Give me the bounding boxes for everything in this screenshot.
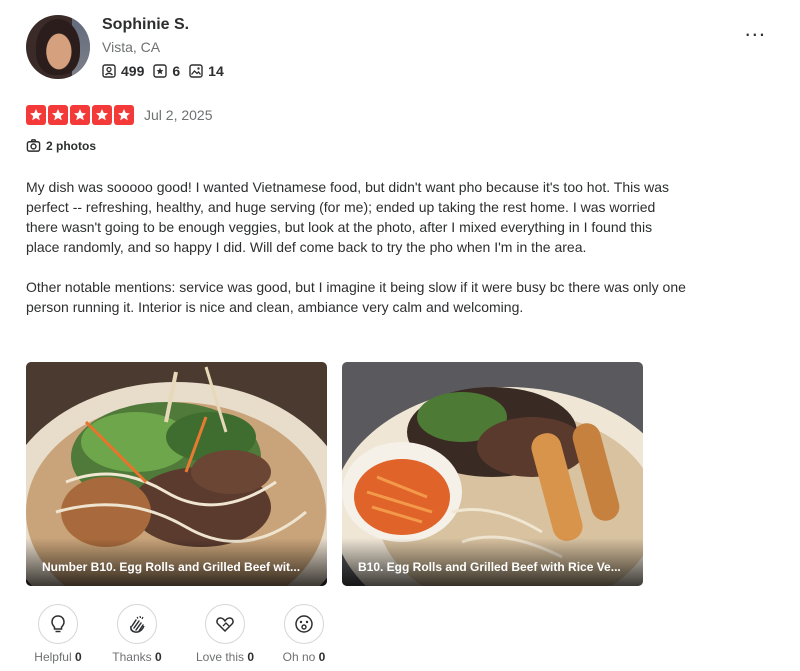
star-icon — [114, 105, 134, 125]
more-options-button[interactable]: ... — [745, 18, 766, 40]
reaction-name: Helpful — [34, 650, 72, 664]
review-photo[interactable]: Number B10. Egg Rolls and Grilled Beef w… — [26, 362, 327, 586]
reaction-count: 0 — [75, 650, 82, 664]
photos-count: 14 — [208, 63, 224, 79]
oh-no-circle — [284, 604, 324, 644]
review-paragraph: My dish was sooooo good! I wanted Vietna… — [26, 179, 670, 255]
review-photo[interactable]: B10. Egg Rolls and Grilled Beef with Ric… — [342, 362, 643, 586]
review-card: Sophinie S. Vista, CA 499 6 14 ... Jul 2… — [0, 0, 800, 671]
thanks-reaction-button[interactable]: Thanks 0 — [108, 604, 166, 664]
star-icon — [92, 105, 112, 125]
thanks-circle — [117, 604, 157, 644]
friends-count: 499 — [121, 63, 145, 79]
oh-no-reaction-button[interactable]: Oh no 0 — [278, 604, 330, 664]
star-icon — [26, 105, 46, 125]
photo-caption: B10. Egg Rolls and Grilled Beef with Ric… — [342, 538, 643, 586]
reaction-name: Love this — [195, 650, 244, 664]
reaction-name: Thanks — [112, 650, 152, 664]
photo-count-label: 2 photos — [46, 138, 96, 153]
rating-row: Jul 2, 2025 — [26, 105, 213, 125]
love-this-reaction-button[interactable]: Love this 0 — [194, 604, 256, 664]
heart-hand-icon — [216, 617, 234, 633]
surprised-face-icon — [295, 615, 313, 633]
user-location: Vista, CA — [102, 39, 161, 55]
love-this-circle — [205, 604, 245, 644]
user-name[interactable]: Sophinie S. — [102, 16, 189, 34]
helpful-label: Helpful 0 — [34, 650, 81, 664]
clapping-hands-icon — [130, 615, 145, 633]
oh-no-label: Oh no 0 — [283, 650, 326, 664]
reaction-bar: Helpful 0 Thanks 0 Love this 0 Oh no 0 — [26, 604, 330, 664]
user-stats: 499 6 14 — [102, 63, 224, 79]
thanks-label: Thanks 0 — [112, 650, 161, 664]
photos-stat: 14 — [189, 63, 224, 79]
photo-icon — [189, 64, 203, 78]
helpful-reaction-button[interactable]: Helpful 0 — [32, 604, 84, 664]
lightbulb-icon — [51, 615, 65, 633]
review-star-icon — [153, 64, 168, 78]
reviews-stat: 6 — [153, 63, 180, 79]
friends-icon — [102, 64, 116, 78]
reaction-name: Oh no — [282, 650, 316, 664]
avatar-face — [36, 19, 80, 75]
photo-caption: Number B10. Egg Rolls and Grilled Beef w… — [26, 538, 327, 586]
reviews-count: 6 — [172, 63, 181, 79]
reaction-count: 0 — [318, 650, 326, 664]
friends-stat: 499 — [102, 63, 144, 79]
star-rating — [26, 105, 134, 125]
star-icon — [70, 105, 90, 125]
review-text: My dish was sooooo good! I wanted Vietna… — [26, 177, 686, 337]
review-paragraph: Other notable mentions: service was good… — [26, 279, 686, 315]
reaction-count: 0 — [155, 650, 162, 664]
reaction-count: 0 — [247, 650, 255, 664]
helpful-circle — [38, 604, 78, 644]
camera-icon — [26, 139, 41, 152]
user-avatar[interactable] — [26, 15, 90, 79]
photo-count-link[interactable]: 2 photos — [26, 138, 96, 153]
love-this-label: Love this 0 — [196, 650, 254, 664]
review-date: Jul 2, 2025 — [144, 107, 213, 123]
star-icon — [48, 105, 68, 125]
